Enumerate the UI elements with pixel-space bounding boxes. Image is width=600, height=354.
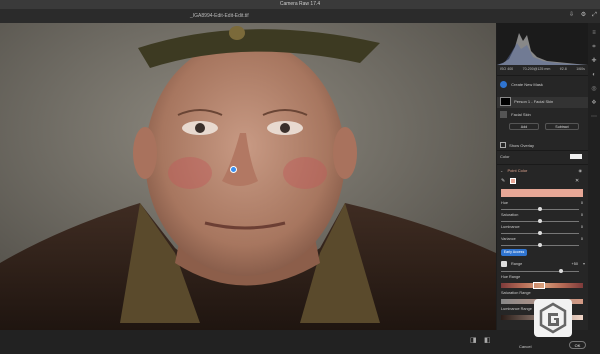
subtract-button[interactable]: Subtract xyxy=(545,123,579,130)
luminance-slider[interactable] xyxy=(501,231,579,235)
color-preview-bar xyxy=(501,189,583,197)
variance-label: Variance xyxy=(501,237,516,241)
hue-slider[interactable] xyxy=(501,207,579,211)
masking-icon[interactable]: ◐ xyxy=(590,71,598,79)
luminance-value[interactable]: 0 xyxy=(581,225,583,229)
color-swatch[interactable] xyxy=(570,154,582,159)
aperture: f/2.8 xyxy=(559,67,567,71)
point-color-title: Point Color xyxy=(507,168,528,173)
hue-range-handle[interactable] xyxy=(533,282,545,289)
divider xyxy=(497,150,588,151)
slider-knob[interactable] xyxy=(538,231,542,235)
range-label: Range xyxy=(511,262,523,266)
settings-icon[interactable]: ⚙ xyxy=(580,12,587,19)
hue-range-label: Hue Range xyxy=(501,275,521,279)
eye-icon[interactable]: ◉ xyxy=(579,168,583,173)
crop-icon[interactable]: ⌗ xyxy=(590,43,598,51)
range-icon xyxy=(501,261,507,267)
masking-panel: ISO 400 70-200@125 mm f/2.8 1/60s Create… xyxy=(497,23,588,330)
shutter: 1/60s xyxy=(576,67,585,71)
eyedropper-icon[interactable]: ✎ xyxy=(501,178,505,184)
variance-slider[interactable] xyxy=(501,243,579,247)
portrait-photo xyxy=(0,23,496,330)
luminance-range-label: Luminance Range xyxy=(501,307,532,311)
color-row[interactable]: Color xyxy=(497,154,588,159)
add-mask-icon[interactable] xyxy=(500,81,507,88)
title-bar: Camera Raw 17.4 xyxy=(0,0,600,9)
lens: 70-200@125 mm xyxy=(522,67,551,71)
save-icon[interactable]: ⇩ xyxy=(568,12,575,19)
camera-info: ISO 400 70-200@125 mm f/2.8 1/60s xyxy=(497,67,588,71)
hue-value[interactable]: 0 xyxy=(581,201,583,205)
mask-component[interactable]: Facial Skin xyxy=(497,111,588,118)
create-mask-row[interactable]: Create New Mask xyxy=(497,81,588,88)
tool-rail: ≡ ⌗ ✚ ◐ ◎ ❖ ⋯ xyxy=(588,23,600,330)
create-new-mask-label: Create New Mask xyxy=(511,82,543,87)
slider-knob[interactable] xyxy=(538,207,542,211)
component-label: Facial Skin xyxy=(511,112,531,117)
image-canvas[interactable] xyxy=(0,23,496,330)
early-access-badge: Early Access xyxy=(501,249,527,256)
watermark-logo xyxy=(534,299,572,337)
mask-thumbnail xyxy=(500,97,511,106)
saturation-label: Saturation xyxy=(501,213,519,217)
redeye-icon[interactable]: ◎ xyxy=(590,85,598,93)
show-overlay-checkbox[interactable] xyxy=(500,142,506,148)
compare-icon[interactable]: ◨ xyxy=(470,337,478,345)
saturation-slider[interactable] xyxy=(501,219,579,223)
show-overlay-row[interactable]: Show Overlay xyxy=(497,142,588,148)
show-overlay-label: Show Overlay xyxy=(509,142,535,148)
document-filename: _IGA8994-Edit-Edit-Edit.tif xyxy=(190,13,249,19)
before-after-icon[interactable]: ◧ xyxy=(484,337,492,345)
luminance-label: Luminance xyxy=(501,225,520,229)
mask-pin[interactable] xyxy=(230,166,237,173)
sampled-color-chip[interactable] xyxy=(510,178,516,184)
fullscreen-icon[interactable]: ⤢ xyxy=(591,12,598,19)
more-icon[interactable]: ⋯ xyxy=(590,113,598,121)
slider-knob[interactable] xyxy=(538,219,542,223)
cancel-button[interactable]: Cancel xyxy=(519,344,531,349)
point-color-header[interactable]: ⌄ Point Color ◉ xyxy=(497,168,588,173)
slider-knob[interactable] xyxy=(538,243,542,247)
logo-mark xyxy=(539,302,567,334)
saturation-range-label: Saturation Range xyxy=(501,291,531,295)
range-value[interactable]: +50 xyxy=(572,262,578,266)
bottom-bar: ◨ ◧ xyxy=(0,330,600,354)
facial-skin-icon xyxy=(500,111,507,118)
heal-icon[interactable]: ✚ xyxy=(590,57,598,65)
document-tab-bar: _IGA8994-Edit-Edit-Edit.tif ⇩ ⚙ ⤢ xyxy=(0,9,600,24)
add-button[interactable]: Add xyxy=(509,123,539,130)
chevron-down-icon[interactable]: ⌄ xyxy=(500,168,503,173)
mask-item[interactable]: Person 1 - Facial Skin xyxy=(497,97,588,108)
edit-icon[interactable]: ≡ xyxy=(590,29,598,37)
delete-icon[interactable]: ✕ xyxy=(575,178,579,184)
presets-icon[interactable]: ❖ xyxy=(590,99,598,107)
variance-value[interactable]: 0 xyxy=(581,237,583,241)
window-title: Camera Raw 17.4 xyxy=(279,1,321,7)
slider-knob[interactable] xyxy=(559,269,563,273)
mask-name: Person 1 - Facial Skin xyxy=(514,99,554,104)
hue-label: Hue xyxy=(501,201,508,205)
ok-button[interactable]: OK xyxy=(569,341,586,349)
histogram xyxy=(497,23,588,65)
saturation-value[interactable]: 0 xyxy=(581,213,583,217)
iso: ISO 400 xyxy=(500,67,514,71)
range-slider[interactable] xyxy=(501,269,579,273)
color-label: Color xyxy=(500,154,510,159)
divider xyxy=(497,75,588,76)
range-dropdown-icon[interactable]: ▾ xyxy=(583,261,585,266)
divider xyxy=(497,164,588,165)
